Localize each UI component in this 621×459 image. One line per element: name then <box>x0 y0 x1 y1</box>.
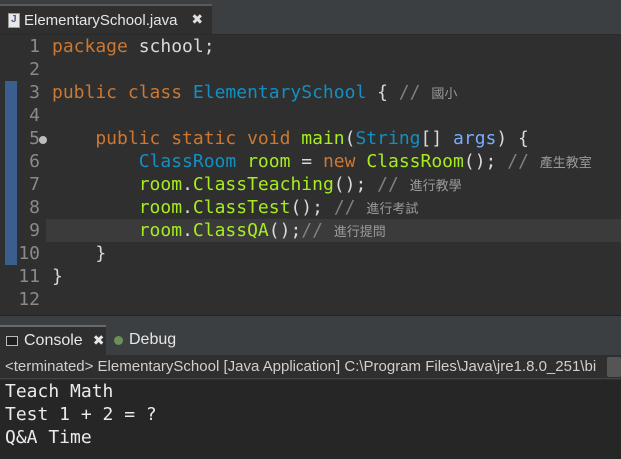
code-token: ( <box>344 128 356 149</box>
code-token: . <box>182 220 193 241</box>
change-ruler-marker <box>5 81 17 265</box>
code-line[interactable]: } <box>52 242 592 265</box>
editor-tab-bar: ElementarySchool.java ✖ <box>0 0 621 35</box>
code-token: 進行提問 <box>333 225 386 240</box>
java-file-icon <box>8 12 20 28</box>
code-token: ElementarySchool <box>192 82 367 103</box>
code-token: package <box>52 36 139 57</box>
code-line[interactable] <box>52 104 592 127</box>
line-number: 6 <box>29 151 40 172</box>
tab-debug[interactable]: Debug <box>114 325 176 355</box>
debug-icon <box>114 335 123 345</box>
line-number: 3 <box>29 82 40 103</box>
line-number: 2 <box>29 59 40 80</box>
code-token: ) { <box>496 128 529 149</box>
line-number: 4 <box>29 105 40 126</box>
code-line[interactable]: ClassRoom room = new ClassRoom(); // 產生教… <box>52 150 592 173</box>
fold-toggle-icon[interactable] <box>39 136 47 144</box>
code-token: // <box>377 174 410 195</box>
code-token: class <box>127 82 193 103</box>
code-token: } <box>52 243 107 264</box>
code-token: room <box>247 151 291 172</box>
code-token: 進行教學 <box>409 179 462 194</box>
code-token: ClassTest <box>192 197 291 218</box>
code-token: (); <box>268 220 302 241</box>
line-number: 11 <box>18 266 40 287</box>
code-line[interactable]: room.ClassQA();// 進行提問 <box>52 219 592 242</box>
tab-console[interactable]: Console ✖ <box>0 325 106 355</box>
code-token: (); <box>463 151 508 172</box>
code-token: ClassTeaching <box>192 174 334 195</box>
code-token: void <box>247 128 302 149</box>
tab-debug-label: Debug <box>129 331 177 348</box>
line-number: 1 <box>29 36 40 57</box>
code-line[interactable]: room.ClassTest(); // 進行考試 <box>52 196 592 219</box>
code-token: // <box>507 151 540 172</box>
console-output[interactable]: Teach Math Test 1 + 2 = ? Q&A Time <box>0 380 621 459</box>
line-number: 10 <box>18 243 40 264</box>
code-line[interactable]: public class ElementarySchool { // 國小 <box>52 81 592 104</box>
code-token: = <box>290 151 323 172</box>
code-token: school; <box>138 36 215 57</box>
code-line[interactable]: public static void main(String[] args) { <box>52 127 592 150</box>
code-token: room <box>138 174 183 195</box>
code-token: // <box>301 220 334 241</box>
code-token: ClassRoom <box>138 151 237 172</box>
line-number: 12 <box>18 289 40 310</box>
code-line[interactable]: package school; <box>52 35 592 58</box>
close-icon[interactable]: ✖ <box>191 12 203 28</box>
code-token: (); <box>290 197 334 218</box>
code-token: ClassRoom <box>366 151 464 172</box>
code-token: args <box>453 128 497 149</box>
code-editor[interactable]: 1 2 3 4 5 6 7 8 9 10 11 12 package school; public cl… <box>0 35 621 315</box>
code-text[interactable]: package school; public class ElementarySc… <box>52 35 592 311</box>
horizontal-scrollbar[interactable] <box>607 357 621 377</box>
code-token: 進行考試 <box>366 202 419 217</box>
code-line[interactable]: room.ClassTeaching(); // 進行教學 <box>52 173 592 196</box>
code-line[interactable]: } <box>52 265 592 288</box>
line-number: 8 <box>29 197 40 218</box>
code-token: } <box>52 266 63 287</box>
code-token: static <box>171 128 248 149</box>
line-number: 9 <box>29 220 40 241</box>
console-process-description: <terminated> ElementarySchool [Java Appl… <box>0 355 621 379</box>
code-token: // <box>398 82 432 103</box>
line-number: 5 <box>29 128 40 149</box>
console-icon <box>6 336 18 346</box>
console-output-line: Q&A Time <box>5 427 92 448</box>
console-output-line: Test 1 + 2 = ? <box>5 404 157 425</box>
code-token: String <box>355 128 421 149</box>
code-token: room <box>138 197 183 218</box>
code-token: public <box>52 128 172 149</box>
code-line[interactable] <box>52 288 592 311</box>
process-description-text: <terminated> ElementarySchool [Java Appl… <box>5 358 597 375</box>
editor-tab-label: ElementarySchool.java <box>24 11 178 29</box>
console-tab-bar: Console ✖ Debug <box>0 325 621 355</box>
close-icon[interactable]: ✖ <box>93 333 105 349</box>
code-token: // <box>333 197 367 218</box>
code-token: [] <box>420 128 454 149</box>
code-token: new <box>322 151 367 172</box>
code-token: 國小 <box>431 87 458 102</box>
code-token: . <box>182 197 193 218</box>
code-token: 產生教室 <box>539 156 592 171</box>
line-number-gutter: 1 2 3 4 5 6 7 8 9 10 11 12 <box>0 35 47 315</box>
code-token: ClassQA <box>192 220 269 241</box>
code-token: room <box>138 220 183 241</box>
code-token: main <box>301 128 345 149</box>
code-line[interactable] <box>52 58 592 81</box>
console-output-line: Teach Math <box>5 381 114 402</box>
code-token: { <box>366 82 399 103</box>
code-token: public <box>52 82 128 103</box>
code-token: (); <box>333 174 378 195</box>
editor-tab-elementaryschool[interactable]: ElementarySchool.java ✖ <box>0 4 212 34</box>
line-number: 7 <box>29 174 40 195</box>
code-token: . <box>182 174 193 195</box>
tab-console-label: Console <box>24 332 83 349</box>
